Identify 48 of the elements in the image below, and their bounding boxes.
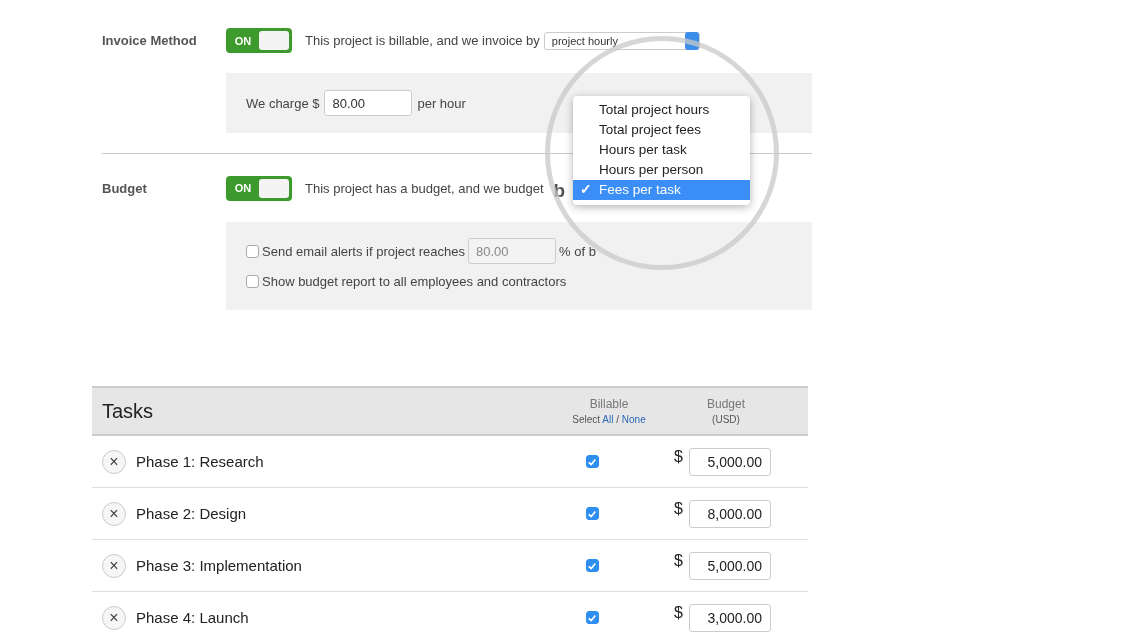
billable-checkbox[interactable] (585, 611, 599, 624)
remove-button[interactable]: × (102, 553, 126, 578)
remove-button[interactable]: × (102, 449, 126, 474)
currency-unit: (USD) (712, 414, 740, 425)
rate-field[interactable]: 80.00 (324, 90, 413, 116)
rate-unit: per hour (417, 95, 466, 111)
toggle-switch[interactable]: ON (226, 28, 292, 53)
section-label: Invoice Method (102, 33, 198, 48)
checkbox[interactable] (246, 274, 259, 288)
toggle-switch[interactable]: ON (226, 175, 292, 201)
magnified-text: b (553, 180, 566, 202)
charge-label: We charge $ (246, 95, 320, 111)
invoice-select[interactable]: project hourly (543, 31, 700, 50)
currency-symbol: $ (674, 499, 683, 518)
budget-field[interactable]: 5,000.00 (689, 551, 771, 580)
task-name: Phase 2: Design (136, 505, 248, 522)
budget-field[interactable]: 8,000.00 (689, 499, 771, 528)
remove-button[interactable]: × (102, 605, 126, 630)
column-header: Budget (706, 397, 745, 411)
percent-label: % of b (559, 243, 596, 259)
menu-item[interactable]: Hours per person (573, 160, 750, 180)
currency-symbol: $ (674, 603, 683, 622)
task-name: Phase 3: Implementation (136, 557, 303, 574)
budget-field[interactable]: 3,000.00 (689, 603, 771, 632)
tasks-title: Tasks (101, 399, 155, 423)
section-label: Budget (102, 180, 148, 196)
menu-item[interactable]: Total project fees (573, 120, 750, 140)
remove-button[interactable]: × (102, 501, 126, 526)
checkbox[interactable] (246, 244, 259, 258)
currency-symbol: $ (674, 447, 683, 466)
checkbox-label: Show budget report to all employees and contractors (262, 273, 567, 289)
budget-field[interactable]: 5,000.00 (689, 447, 771, 476)
column-header: Billable (589, 397, 629, 411)
billable-checkbox[interactable] (585, 507, 599, 520)
billable-checkbox[interactable] (585, 455, 599, 468)
task-name: Phase 1: Research (136, 453, 265, 470)
menu-item[interactable]: Total project hours (573, 100, 750, 120)
budget-description: This project has a budget, and we budget (305, 180, 544, 196)
separator: / (616, 414, 619, 425)
task-name: Phase 4: Launch (136, 609, 250, 626)
currency-symbol: $ (674, 551, 683, 570)
checkbox-label: Send email alerts if project reaches (262, 243, 466, 259)
select-label: Select (572, 414, 601, 425)
menu-item[interactable]: Hours per task (573, 140, 750, 160)
select-none-link[interactable]: None (621, 414, 646, 425)
select-all-link[interactable]: All (602, 414, 614, 425)
billable-checkbox[interactable] (585, 559, 599, 572)
invoice-description: This project is billable, and we invoice by (305, 33, 540, 48)
